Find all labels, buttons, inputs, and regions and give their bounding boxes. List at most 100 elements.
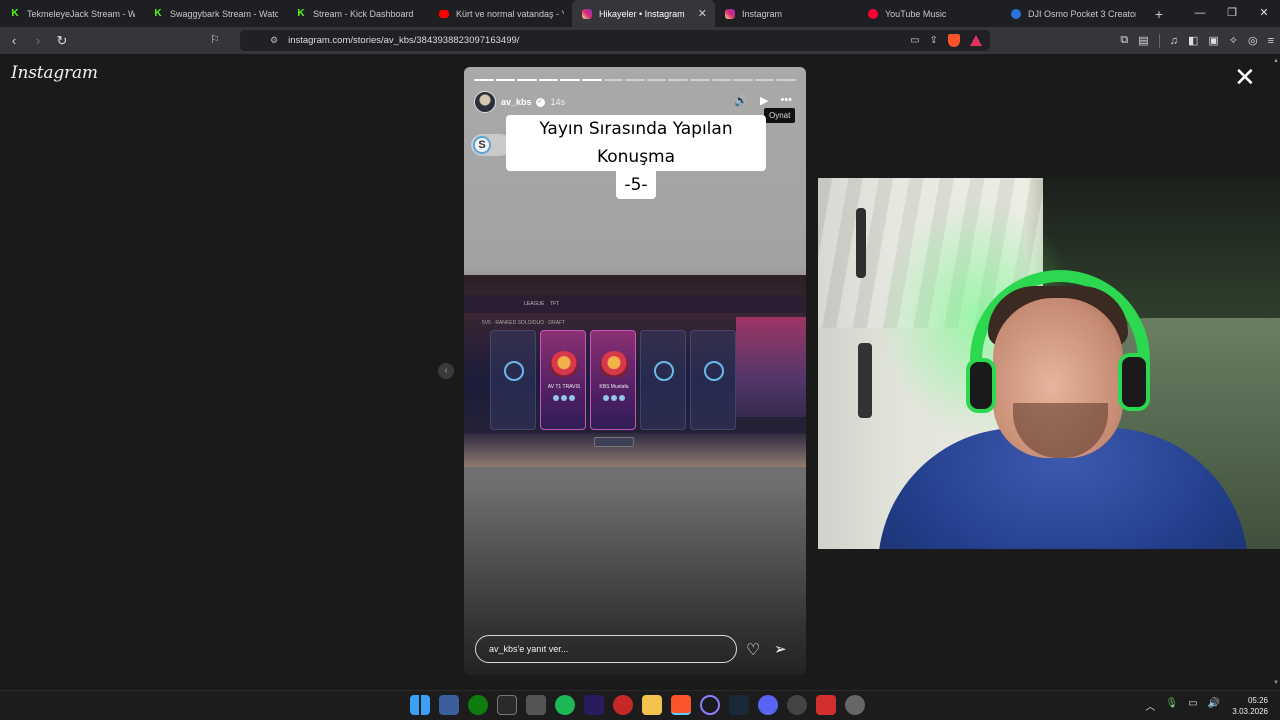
instagram-logo[interactable]: Instagram [11, 63, 98, 83]
tab-swaggybark[interactable]: K Swaggybark Stream - Watch Li [143, 0, 286, 27]
game-tab-tft: TFT [550, 301, 560, 307]
avatar[interactable] [474, 91, 496, 113]
calculator-icon[interactable] [526, 695, 546, 715]
toolbar-divider [1158, 33, 1160, 48]
champ-slot-empty [690, 330, 736, 430]
close-tab-icon[interactable]: ✕ [698, 7, 707, 20]
rune-dots [553, 395, 575, 401]
game-queue-title: 5V5 · RANKED SOLO/DUO · DRAFT [482, 320, 566, 326]
close-stories-button[interactable]: ✕ [1234, 64, 1256, 90]
share-icon[interactable]: ⇪ [930, 35, 938, 46]
premiere-icon[interactable] [584, 695, 604, 715]
slot-ring-icon [704, 361, 724, 381]
wallet-icon[interactable]: ▣ [1208, 34, 1218, 47]
display-icon[interactable]: ▭ [1188, 698, 1197, 713]
microphone-icon[interactable]: 🎙 [1165, 698, 1178, 713]
menu-icon[interactable]: ≡ [1268, 35, 1274, 47]
cast-icon[interactable]: ▭ [910, 35, 919, 46]
media-icon[interactable]: ♫ [1170, 35, 1178, 47]
story-time: 14s [550, 97, 566, 107]
taskbar-apps [410, 695, 865, 717]
xbox-icon[interactable] [468, 695, 488, 715]
widgets-icon[interactable] [439, 695, 459, 715]
forward-icon[interactable]: › [28, 33, 48, 48]
reader-icon[interactable]: ▤ [1138, 34, 1148, 47]
windows-taskbar: ︿ 🎙 ▭ 🔊 05:26 3.03.2026 [0, 690, 1280, 720]
tab-label: Stream - Kick Dashboard [313, 8, 414, 19]
play-icon[interactable]: ▶ [760, 94, 768, 107]
story-username[interactable]: av_kbs [501, 97, 532, 107]
file-explorer-icon[interactable] [642, 695, 662, 715]
tab-kick-dashboard[interactable]: K Stream - Kick Dashboard [286, 0, 429, 27]
app-circle-icon[interactable] [787, 695, 807, 715]
clock-date: 3.03.2026 [1232, 707, 1268, 716]
close-window-icon[interactable]: ✕ [1248, 0, 1280, 27]
progress-segment [517, 79, 537, 81]
progress-segment [646, 79, 667, 81]
headphone-cup-left [966, 358, 996, 413]
leo-ai-icon[interactable]: ✧ [1229, 34, 1238, 47]
windows-start-icon[interactable] [410, 695, 430, 715]
taskbar-clock[interactable]: 05:26 3.03.2026 [1232, 695, 1268, 717]
game-bottom-bar [464, 433, 806, 467]
slot-ring-icon [654, 361, 674, 381]
progress-segment [754, 79, 775, 81]
previous-story-icon[interactable]: ‹ [438, 363, 454, 379]
bookmark-icon[interactable]: ⚐ [210, 33, 220, 46]
play-tooltip: Oynat [764, 108, 796, 123]
rank-emblem-icon [550, 351, 578, 377]
progress-segment [495, 79, 516, 81]
tab-tekmeleyejack[interactable]: K TekmeleyeJack Stream - Watch [0, 0, 143, 27]
tab-label: Instagram [742, 8, 783, 19]
progress-segment [538, 79, 559, 81]
new-tab-button[interactable]: + [1144, 6, 1174, 22]
spotify-icon[interactable] [555, 695, 575, 715]
tab-instagram[interactable]: Instagram [715, 0, 858, 27]
extensions-icon[interactable]: ⧉ [1120, 34, 1128, 47]
champ-slot-player: KBS Mustafa [590, 330, 636, 430]
progress-segment [668, 79, 688, 81]
story-header: av_kbs ✓ 14s 🔊 ▶ ••• [474, 91, 796, 113]
headphone-cup-right [1118, 353, 1150, 411]
brave-rewards-icon[interactable] [970, 35, 982, 46]
scroll-up-icon[interactable]: ▲ [1273, 58, 1279, 64]
volume-icon[interactable]: 🔊 [734, 94, 748, 107]
discord-icon[interactable] [758, 695, 778, 715]
scroll-down-icon[interactable]: ▼ [1273, 680, 1279, 686]
story-reply-input[interactable]: av_kbs'e yanıt ver... [475, 635, 737, 663]
toolbar-extensions: ⧉ ▤ ♫ ◧ ▣ ✧ ◎ ≡ [1120, 27, 1274, 54]
restore-icon[interactable]: ❐ [1216, 0, 1248, 27]
tab-youtube-music[interactable]: YouTube Music [858, 0, 1001, 27]
story-caption: Yayın Sırasında Yapılan Konuşma -5- [506, 115, 766, 199]
tab-youtube[interactable]: Kürt ve normal vatandaş - You [429, 0, 572, 27]
minimize-icon[interactable]: — [1184, 0, 1216, 27]
rank-emblem-icon [600, 351, 628, 377]
sidebar-icon[interactable]: ◧ [1188, 34, 1198, 47]
app-red-icon[interactable] [613, 695, 633, 715]
epic-games-icon[interactable] [497, 695, 517, 715]
brave-icon[interactable] [671, 695, 691, 715]
settings-icon[interactable] [845, 695, 865, 715]
back-icon[interactable]: ‹ [4, 33, 24, 48]
steam-icon[interactable] [729, 695, 749, 715]
obs-icon[interactable] [700, 695, 720, 715]
player-name: AV T1 TRAVIS [547, 384, 581, 390]
progress-segment [474, 79, 494, 81]
tab-dji[interactable]: DJI Osmo Pocket 3 Creator Co [1001, 0, 1144, 27]
vpn-icon[interactable]: ◎ [1248, 34, 1258, 47]
like-heart-icon[interactable]: ♡ [746, 640, 760, 660]
address-bar[interactable]: ⚐ ⚙ instagram.com/stories/av_kbs/3843938… [210, 30, 990, 51]
speaker-icon[interactable]: 🔊 [1208, 698, 1220, 713]
kick-icon: K [11, 7, 19, 19]
brave-shield-icon[interactable] [948, 34, 960, 47]
tab-instagram-stories[interactable]: Hikayeler • Instagram ✕ [572, 0, 715, 27]
url-text[interactable]: instagram.com/stories/av_kbs/38439388230… [288, 35, 910, 46]
more-options-icon[interactable]: ••• [780, 94, 792, 107]
send-direct-icon[interactable]: ➢ [774, 640, 787, 658]
instagram-icon [725, 8, 735, 19]
story-viewer[interactable]: av_kbs ✓ 14s 🔊 ▶ ••• Oynat S Yayın Sıras… [464, 67, 806, 675]
app-red2-icon[interactable] [816, 695, 836, 715]
site-info-icon[interactable]: ⚙ [270, 35, 278, 46]
reload-icon[interactable]: ↻ [52, 33, 72, 49]
tray-chevron-icon[interactable]: ︿ [1145, 698, 1155, 713]
